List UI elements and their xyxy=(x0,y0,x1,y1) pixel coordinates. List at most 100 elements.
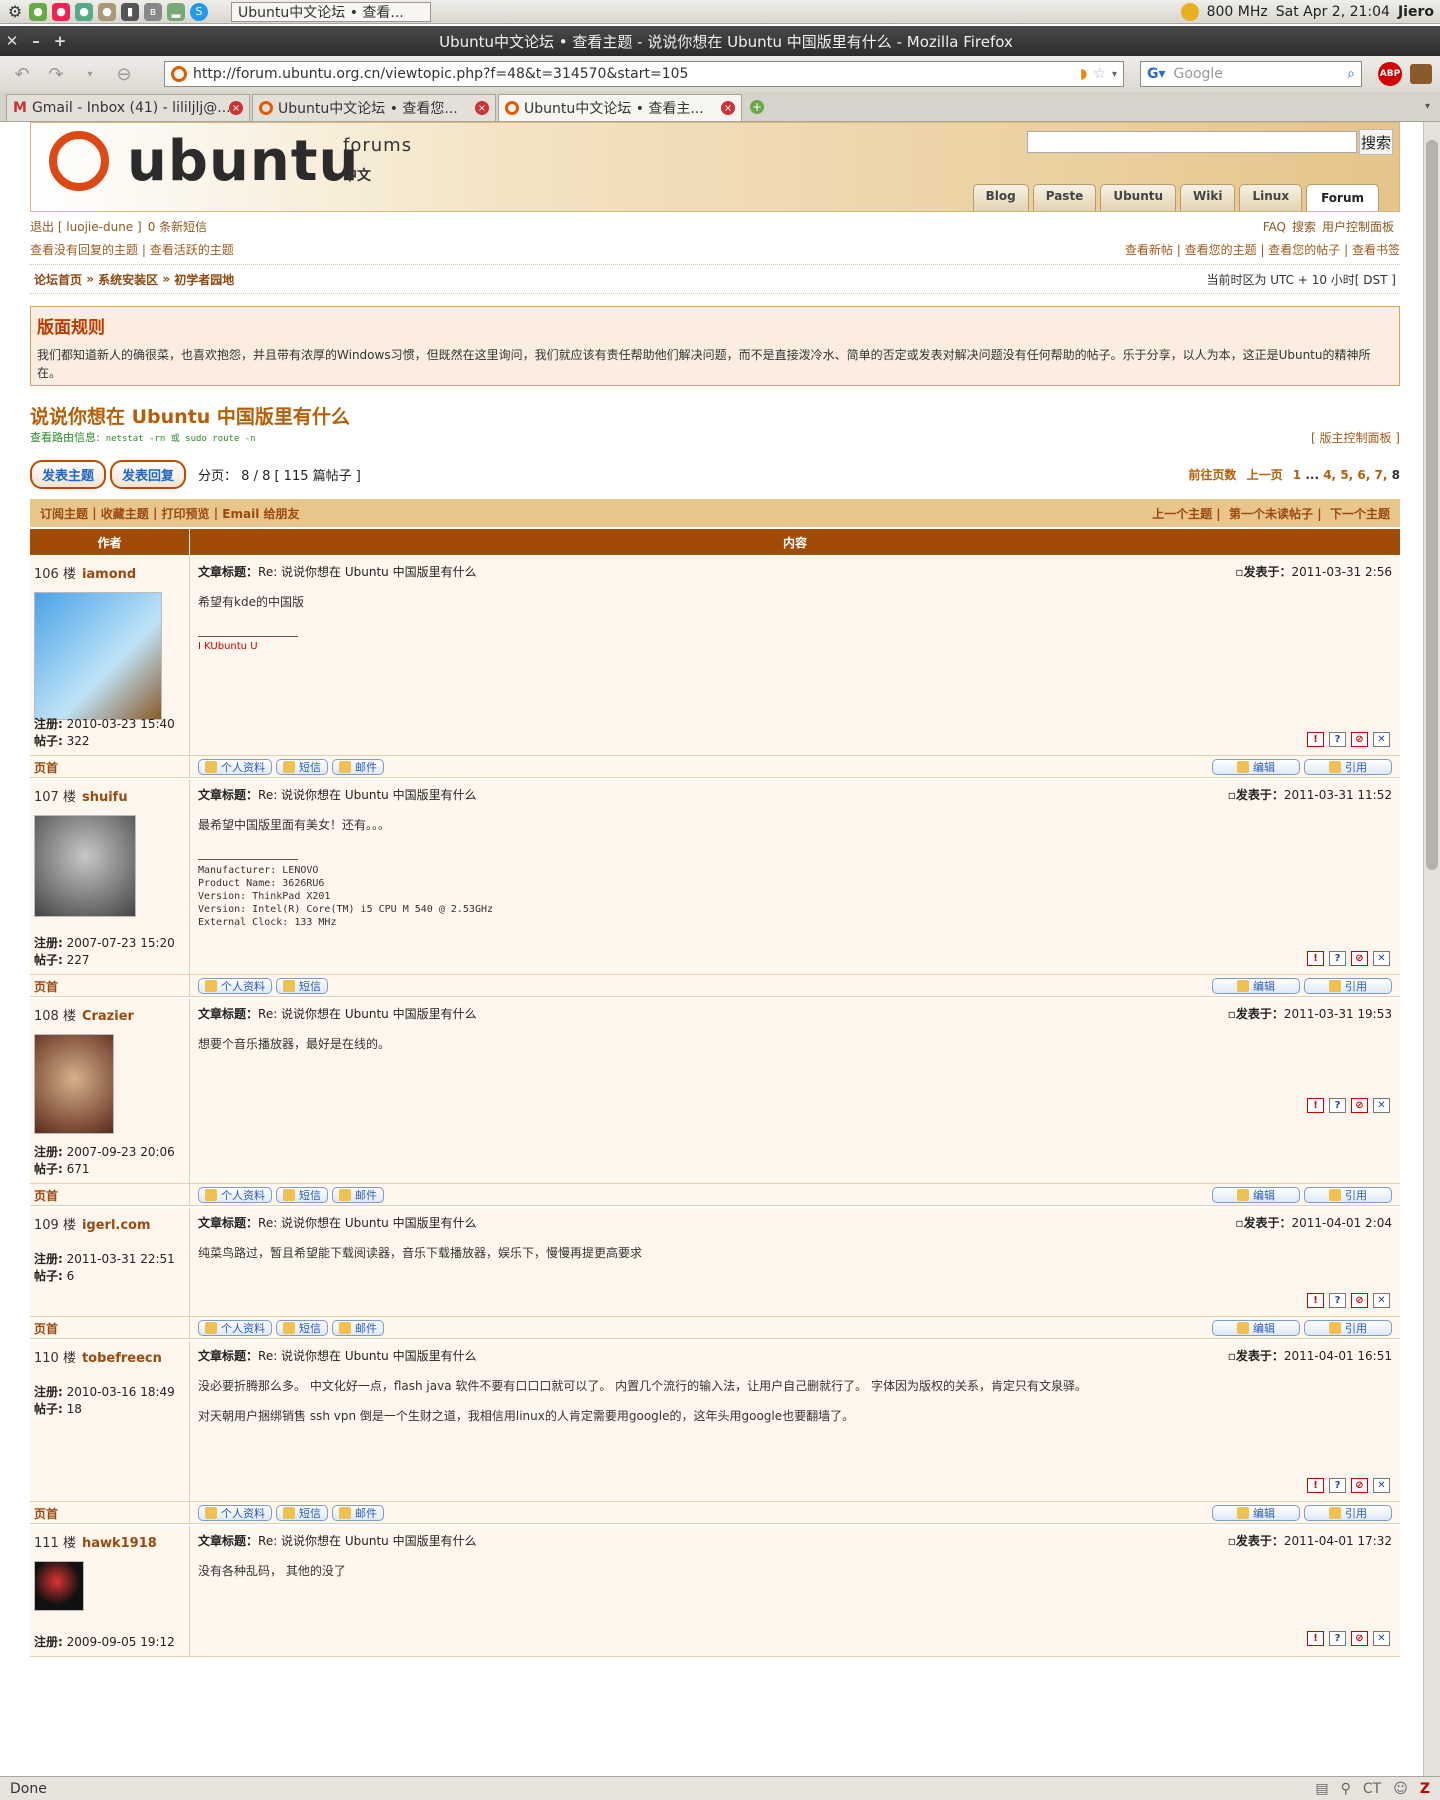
edit-button[interactable]: 编辑 xyxy=(1212,977,1300,994)
tab-wiki[interactable]: Wiki xyxy=(1180,184,1236,211)
email-button[interactable]: 邮件 xyxy=(332,1186,384,1203)
edit-button[interactable]: 编辑 xyxy=(1212,1504,1300,1521)
post-subject[interactable]: Re: 说说你想在 Ubuntu 中国版里有什么 xyxy=(258,565,477,579)
bluetooth-icon[interactable]: ʙ xyxy=(144,2,162,21)
quote-button[interactable]: 引用 xyxy=(1304,758,1392,775)
logo-text[interactable]: ubuntu xyxy=(127,129,359,194)
warn-icon[interactable]: ⊘ xyxy=(1351,1098,1368,1113)
pm-button[interactable]: 短信 xyxy=(276,977,328,994)
email-button[interactable]: 邮件 xyxy=(332,1504,384,1521)
post-icon[interactable]: ▫ xyxy=(1228,1534,1236,1548)
next-topic-link[interactable]: 下一个主题 xyxy=(1330,507,1390,521)
warn-icon[interactable]: ⊘ xyxy=(1351,1478,1368,1493)
adblock-icon[interactable]: ABP xyxy=(1378,62,1402,86)
post-subject[interactable]: Re: 说说你想在 Ubuntu 中国版里有什么 xyxy=(258,1534,477,1548)
quote-button[interactable]: 引用 xyxy=(1304,977,1392,994)
delete-icon[interactable]: ✕ xyxy=(1373,1098,1390,1113)
vertical-scrollbar[interactable] xyxy=(1423,122,1440,1776)
search-field[interactable]: G▾ Google ⌕ xyxy=(1140,61,1362,87)
unanswered-link[interactable]: 查看没有回复的主题 xyxy=(30,243,138,257)
close-tab-icon[interactable]: × xyxy=(721,101,735,115)
page-link[interactable]: 7, xyxy=(1375,468,1388,482)
clock[interactable]: Sat Apr 2, 21:04 xyxy=(1276,4,1390,20)
page-link[interactable]: 6, xyxy=(1357,468,1370,482)
minimize-icon[interactable]: – xyxy=(24,32,48,50)
search-input[interactable]: Google xyxy=(1174,66,1348,82)
pm-link[interactable]: 0 条新短信 xyxy=(148,220,207,234)
prev-topic-link[interactable]: 上一个主题 xyxy=(1152,507,1212,521)
tab-list-icon[interactable]: ▾ xyxy=(1425,101,1430,112)
google-icon[interactable]: G▾ xyxy=(1147,66,1166,82)
avatar[interactable] xyxy=(34,815,136,917)
profile-button[interactable]: 个人资料 xyxy=(198,1319,272,1336)
delete-icon[interactable]: ✕ xyxy=(1373,732,1390,747)
post-author[interactable]: iamond xyxy=(82,567,136,582)
tab-ubuntu[interactable]: Ubuntu xyxy=(1100,184,1177,211)
post-subject[interactable]: Re: 说说你想在 Ubuntu 中国版里有什么 xyxy=(258,1007,477,1021)
warn-icon[interactable]: ⊘ xyxy=(1351,1631,1368,1646)
report-icon[interactable]: ! xyxy=(1307,1293,1324,1308)
tab-paste[interactable]: Paste xyxy=(1032,184,1097,211)
edit-button[interactable]: 编辑 xyxy=(1212,1186,1300,1203)
search-link[interactable]: 搜索 xyxy=(1292,220,1316,234)
delete-icon[interactable]: ✕ xyxy=(1373,951,1390,966)
crumb-index[interactable]: 论坛首页 xyxy=(34,271,82,288)
bookmark-star-icon[interactable]: ☆ xyxy=(1093,66,1106,82)
post-subject[interactable]: Re: 说说你想在 Ubuntu 中国版里有什么 xyxy=(258,1216,477,1230)
report-icon[interactable]: ! xyxy=(1307,1478,1324,1493)
topic-title[interactable]: 说说你想在 Ubuntu 中国版里有什么 xyxy=(30,402,1400,429)
report-icon[interactable]: ! xyxy=(1307,951,1324,966)
post-author[interactable]: hawk1918 xyxy=(82,1536,157,1551)
quote-button[interactable]: 引用 xyxy=(1304,1186,1392,1203)
report-icon[interactable]: ! xyxy=(1307,732,1324,747)
edit-button[interactable]: 编辑 xyxy=(1212,1319,1300,1336)
active-topics-link[interactable]: 查看活跃的主题 xyxy=(150,243,234,257)
post-author[interactable]: tobefreecn xyxy=(82,1351,162,1366)
forum-search-input[interactable] xyxy=(1027,131,1357,153)
first-unread-link[interactable]: 第一个未读帖子 xyxy=(1229,507,1313,521)
cpu-freq[interactable]: 800 MHz xyxy=(1207,4,1268,20)
new-tab-icon[interactable]: + xyxy=(750,99,764,114)
search-icon[interactable]: ⌕ xyxy=(1347,66,1355,82)
page-link[interactable]: 5, xyxy=(1340,468,1353,482)
prev-page-link[interactable]: 上一页 xyxy=(1247,468,1283,482)
profile-button[interactable]: 个人资料 xyxy=(198,758,272,775)
user-menu[interactable]: Jiero xyxy=(1398,4,1434,20)
warn-icon[interactable]: ⊘ xyxy=(1351,732,1368,747)
history-dropdown-icon[interactable]: ▾ xyxy=(76,61,104,87)
avatar[interactable] xyxy=(34,1561,84,1611)
subscribe-link[interactable]: 订阅主题 xyxy=(40,505,88,522)
top-link[interactable]: 页首 xyxy=(30,1502,190,1523)
quote-button[interactable]: 引用 xyxy=(1304,1504,1392,1521)
mod-panel-link[interactable]: [ 版主控制面板 ] xyxy=(1311,429,1400,446)
email-friend-link[interactable]: Email 给朋友 xyxy=(222,505,299,522)
firefox-launcher-icon[interactable]: ● xyxy=(52,2,70,21)
info-icon[interactable]: ? xyxy=(1329,1098,1346,1113)
reply-button[interactable]: 发表回复 xyxy=(110,460,187,489)
new-topic-button[interactable]: 发表主题 xyxy=(30,460,107,489)
emoticon-icon[interactable] xyxy=(1180,2,1199,21)
maximize-icon[interactable]: + xyxy=(48,32,72,50)
url-bar[interactable]: http://forum.ubuntu.org.cn/viewtopic.php… xyxy=(164,61,1124,87)
bookmarks-link[interactable]: 查看书签 xyxy=(1352,243,1400,257)
forum-search-button[interactable]: 搜索 xyxy=(1359,129,1393,155)
avatar[interactable] xyxy=(34,592,162,720)
edit-button[interactable]: 编辑 xyxy=(1212,758,1300,775)
greasemonkey-icon[interactable]: ☺ xyxy=(1393,1781,1408,1797)
close-tab-icon[interactable]: × xyxy=(229,101,243,115)
profile-button[interactable]: 个人资料 xyxy=(198,977,272,994)
report-icon[interactable]: ! xyxy=(1307,1098,1324,1113)
post-author[interactable]: shuifu xyxy=(82,790,128,805)
print-link[interactable]: 打印预览 xyxy=(162,505,210,522)
delete-icon[interactable]: ✕ xyxy=(1373,1631,1390,1646)
top-link[interactable]: 页首 xyxy=(30,756,190,777)
your-posts-link[interactable]: 查看您的帖子 xyxy=(1268,243,1340,257)
report-icon[interactable]: ! xyxy=(1307,1631,1324,1646)
ubuntu-logo-icon[interactable] xyxy=(49,131,109,191)
info-icon[interactable]: ? xyxy=(1329,1478,1346,1493)
skype-icon[interactable]: S xyxy=(190,2,208,21)
email-button[interactable]: 邮件 xyxy=(332,758,384,775)
tab-forum-1[interactable]: Ubuntu中文论坛 • 查看您... × xyxy=(252,94,496,121)
your-topics-link[interactable]: 查看您的主题 xyxy=(1185,243,1257,257)
page-link[interactable]: 1 xyxy=(1293,468,1301,482)
